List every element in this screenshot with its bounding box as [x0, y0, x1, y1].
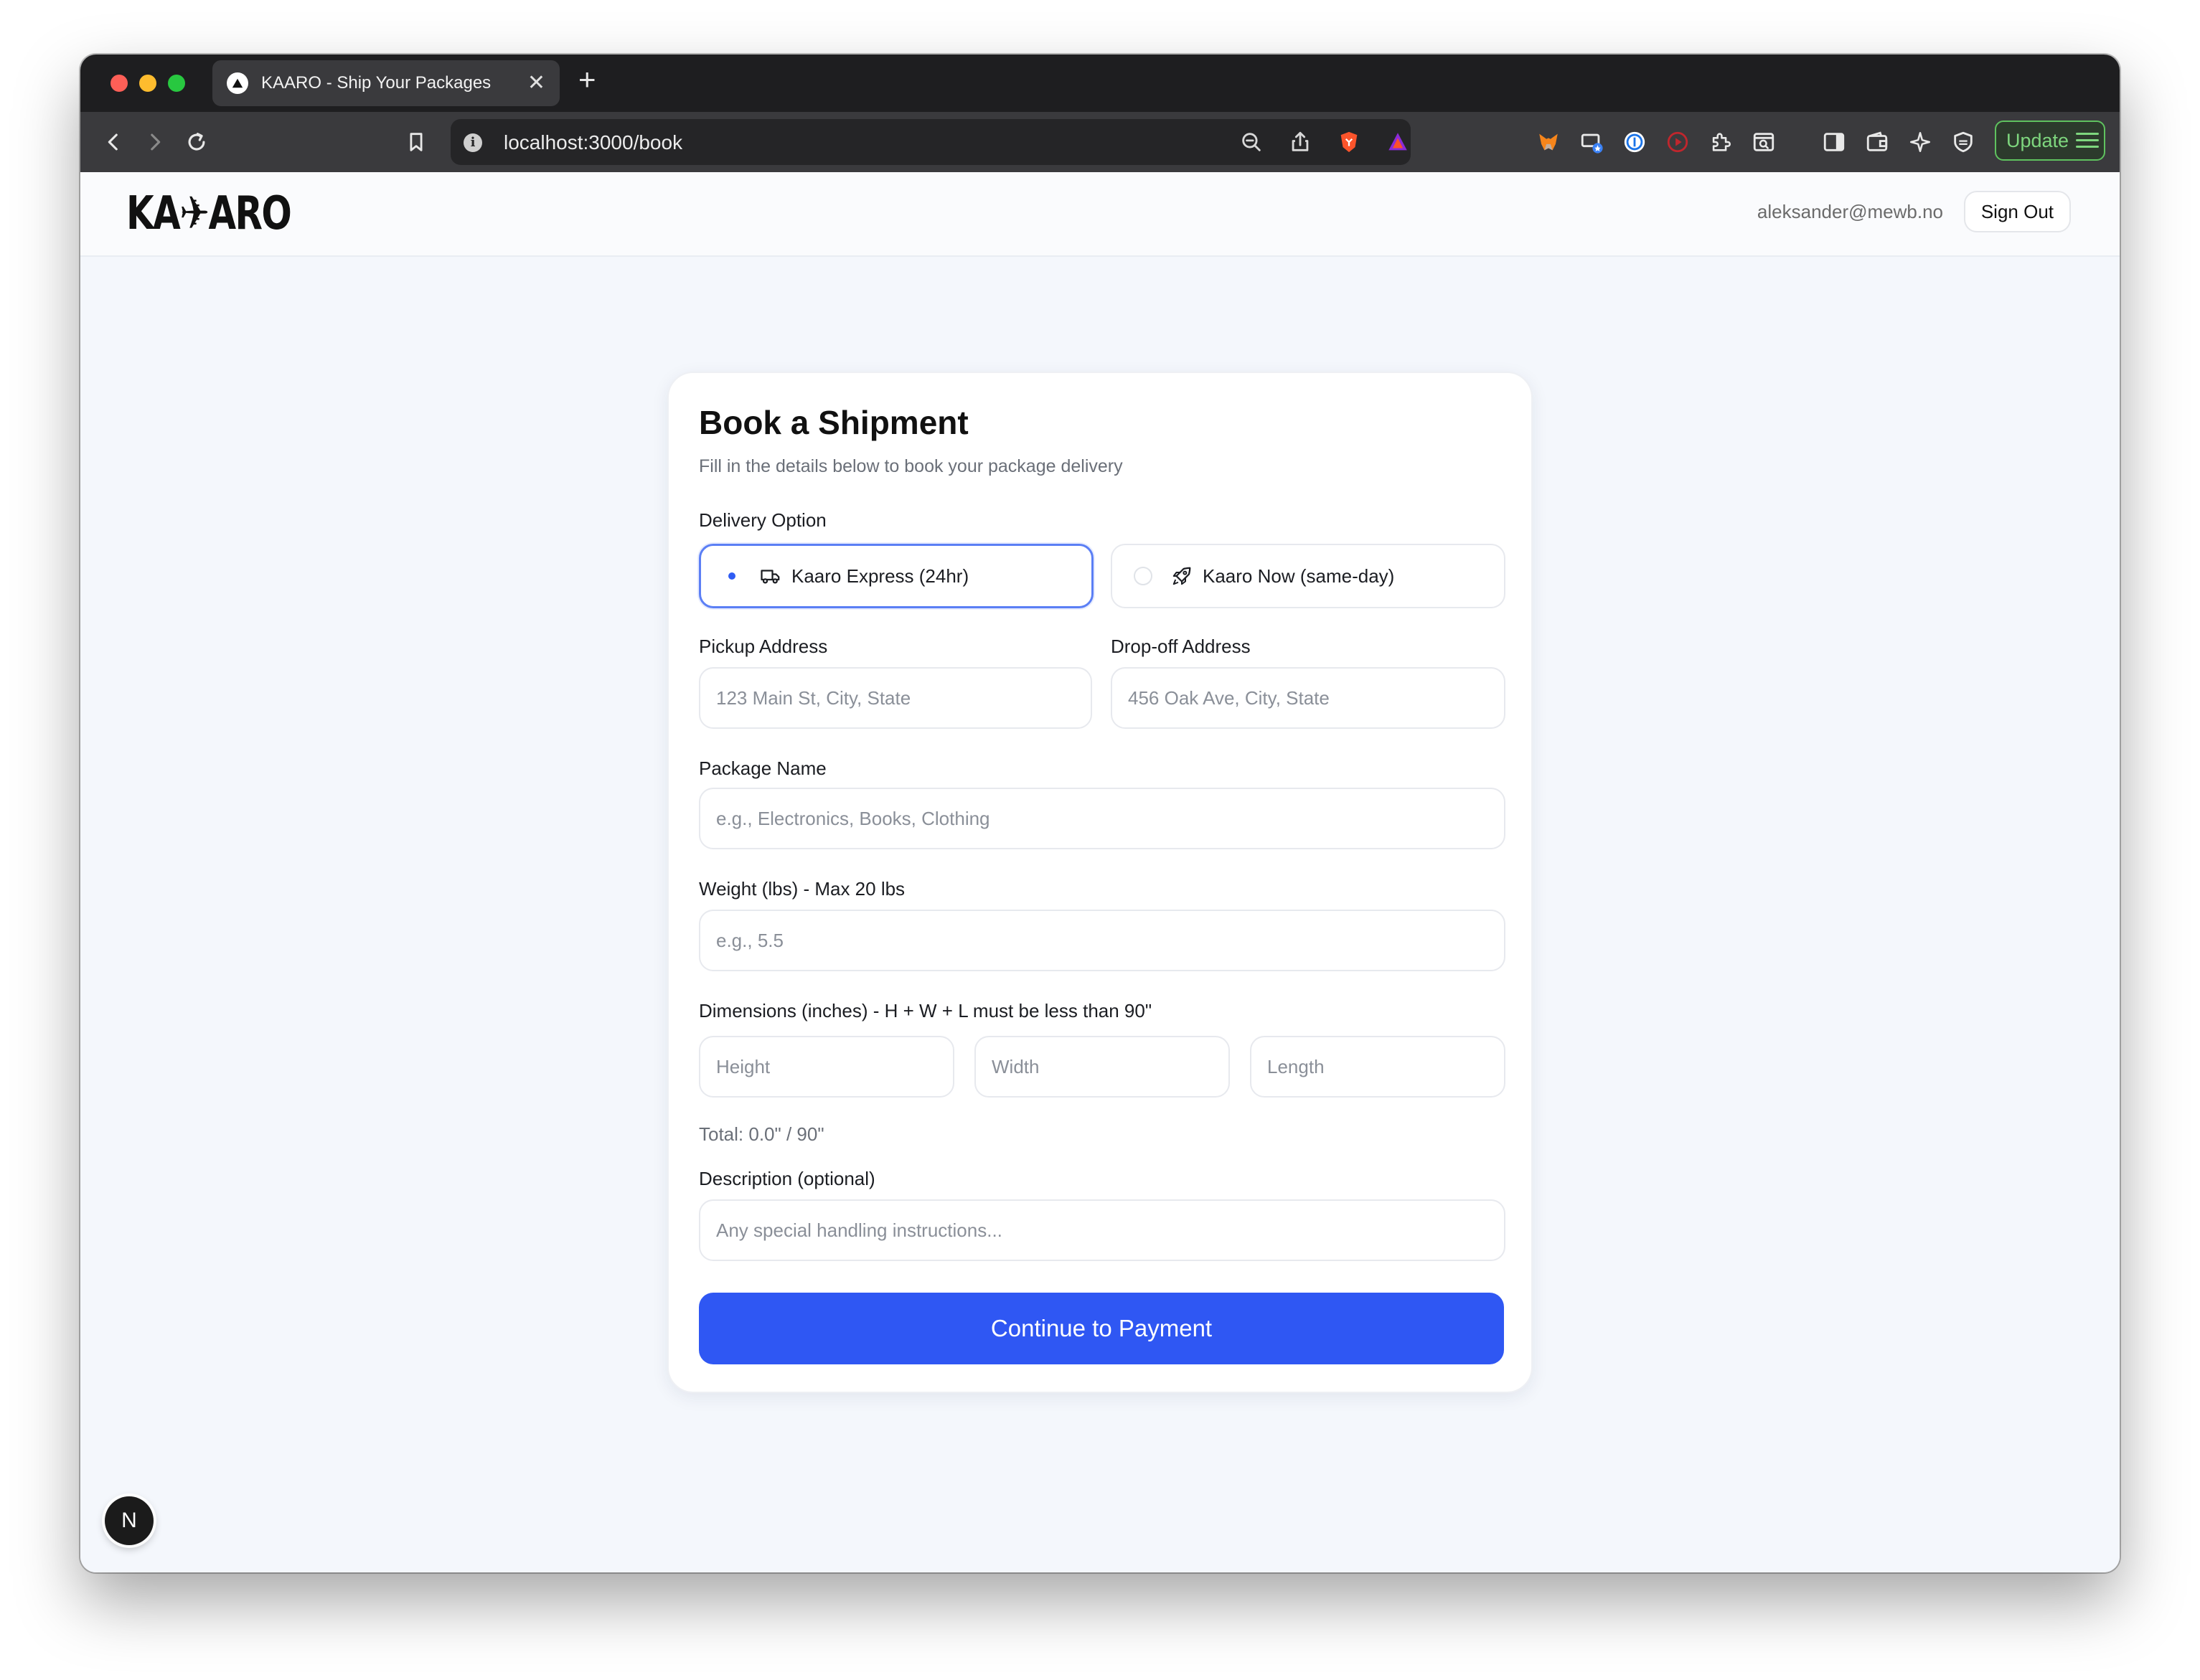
tab-close-icon[interactable]: ✕ — [527, 72, 545, 94]
reader-search-icon[interactable] — [1749, 128, 1778, 156]
radio-unselected[interactable] — [1134, 567, 1152, 585]
delivery-option-now[interactable]: Kaaro Now (same-day) — [1111, 544, 1505, 608]
browser-tab[interactable]: KAARO - Ship Your Packages ✕ — [212, 60, 560, 106]
dimensions-label: Dimensions (inches) - H + W + L must be … — [699, 1000, 1152, 1021]
pickup-address-label: Pickup Address — [699, 636, 828, 657]
site-info-icon[interactable]: i — [464, 133, 482, 152]
update-button[interactable]: Update — [1995, 121, 2105, 161]
length-input[interactable]: Length — [1250, 1036, 1505, 1098]
pickup-address-input[interactable]: 123 Main St, City, State — [699, 667, 1092, 729]
delivery-option-label: Kaaro Express (24hr) — [791, 565, 969, 587]
new-tab-button[interactable]: + — [578, 65, 596, 95]
brave-shields-icon[interactable] — [1335, 128, 1363, 156]
delivery-option-label: Delivery Option — [699, 509, 827, 531]
extensions-puzzle-icon[interactable] — [1706, 128, 1735, 156]
nextjs-dev-indicator[interactable]: N — [105, 1496, 154, 1545]
leo-ai-icon[interactable] — [1906, 128, 1935, 156]
height-input[interactable]: Height — [699, 1036, 954, 1098]
reload-icon[interactable] — [181, 126, 212, 158]
page-subtitle: Fill in the details below to book your p… — [699, 456, 1123, 476]
dropoff-address-input[interactable]: 456 Oak Ave, City, State — [1111, 667, 1505, 729]
weight-label: Weight (lbs) - Max 20 lbs — [699, 878, 906, 900]
window-close-button[interactable] — [111, 75, 128, 92]
window-maximize-button[interactable] — [168, 75, 185, 92]
sidebar-toggle-icon[interactable] — [1820, 128, 1848, 156]
package-name-input[interactable]: e.g., Electronics, Books, Clothing — [699, 788, 1505, 849]
update-label: Update — [2006, 129, 2069, 151]
nextjs-favicon-icon — [227, 72, 248, 94]
weight-input[interactable]: e.g., 5.5 — [699, 910, 1505, 971]
page: KA✈ARO aleksander@mewb.no Sign Out Book … — [80, 172, 2120, 1572]
bookmark-icon[interactable] — [400, 126, 432, 158]
rocket-icon — [1171, 565, 1193, 587]
kaaro-logo[interactable]: KA✈ARO — [126, 187, 337, 240]
bookmark-extension-icon[interactable] — [1577, 128, 1606, 156]
user-email: aleksander@mewb.no — [1757, 201, 1943, 222]
address-bar[interactable]: i localhost:3000/book — [451, 119, 1411, 165]
window-minimize-button[interactable] — [139, 75, 156, 92]
brave-rewards-icon[interactable] — [1383, 128, 1412, 156]
menu-icon — [2076, 133, 2100, 148]
width-input[interactable]: Width — [974, 1036, 1230, 1098]
sign-out-button[interactable]: Sign Out — [1963, 191, 2071, 232]
dimensions-total: Total: 0.0" / 90" — [699, 1123, 824, 1145]
tab-title: KAARO - Ship Your Packages — [261, 73, 492, 93]
url-text[interactable]: localhost:3000/book — [504, 131, 682, 154]
truck-icon — [760, 565, 781, 587]
dropoff-address-label: Drop-off Address — [1111, 636, 1251, 657]
forward-icon[interactable] — [139, 126, 171, 158]
1password-icon[interactable] — [1620, 128, 1649, 156]
record-extension-icon[interactable] — [1663, 128, 1692, 156]
share-icon[interactable] — [1286, 128, 1315, 156]
package-name-label: Package Name — [699, 758, 827, 779]
delivery-option-label: Kaaro Now (same-day) — [1203, 565, 1395, 587]
browser-toolbar: i localhost:3000/book Update — [80, 112, 2120, 172]
back-icon[interactable] — [98, 126, 129, 158]
delivery-option-express[interactable]: Kaaro Express (24hr) — [699, 544, 1094, 608]
description-input[interactable]: Any special handling instructions... — [699, 1199, 1505, 1261]
logo-text: KA✈ARO — [126, 187, 292, 240]
continue-to-payment-button[interactable]: Continue to Payment — [699, 1293, 1504, 1364]
description-label: Description (optional) — [699, 1168, 875, 1189]
zoom-out-icon[interactable] — [1237, 128, 1266, 156]
vpn-shield-icon[interactable] — [1949, 128, 1978, 156]
booking-card: Book a Shipment Fill in the details belo… — [667, 372, 1533, 1393]
metamask-icon[interactable] — [1534, 128, 1563, 156]
radio-selected[interactable] — [723, 567, 741, 585]
page-title: Book a Shipment — [699, 404, 969, 441]
wallet-icon[interactable] — [1863, 128, 1891, 156]
tab-strip: KAARO - Ship Your Packages ✕ + — [80, 55, 2120, 112]
browser-window: KAARO - Ship Your Packages ✕ + i localho… — [80, 55, 2120, 1572]
app-header: KA✈ARO aleksander@mewb.no Sign Out — [80, 172, 2120, 257]
